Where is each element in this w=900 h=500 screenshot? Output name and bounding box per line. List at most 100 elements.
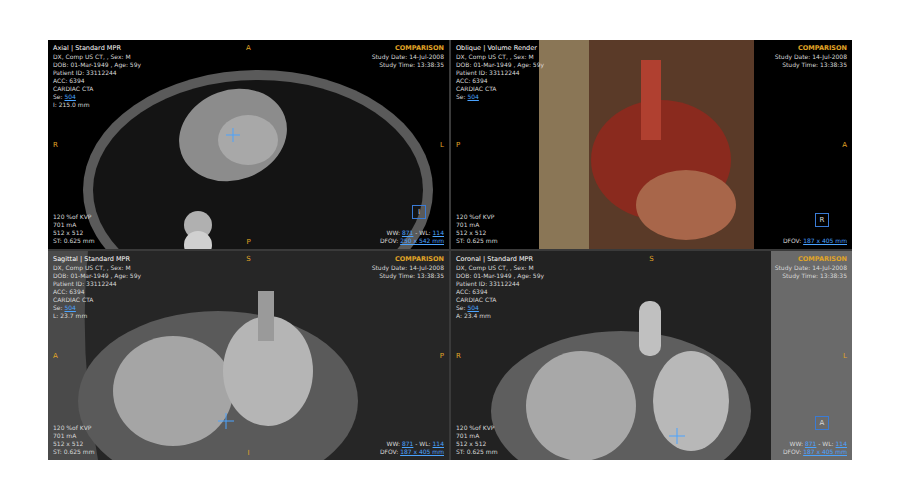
display-text: DFOV:	[783, 448, 803, 455]
info-text: DOB: 01-Mar-1949 , Age: 59y	[456, 61, 544, 68]
info-line: ACC: 6394	[53, 77, 141, 85]
info-line: CARDIAC CTA	[53, 85, 141, 93]
display-link[interactable]: 871	[402, 229, 413, 236]
patient-info: Coronal | Standard MPRDX, Comp US CT, , …	[456, 255, 544, 320]
info-text: Patient ID: 33112244	[456, 280, 520, 287]
patient-info: Sagittal | Standard MPRDX, Comp US CT, ,…	[53, 255, 141, 320]
display-line: WW: 871 - WL: 114	[386, 229, 444, 237]
study-line: Study Time: 13:38:35	[775, 61, 847, 69]
acquisition-line: 701 mA	[456, 221, 498, 229]
acquisition-line: ST: 0.625 mm	[53, 448, 95, 456]
display-link[interactable]: 114	[836, 440, 847, 447]
info-text: ACC: 6394	[53, 77, 85, 84]
acquisition-line: 120 %of KVP	[456, 424, 498, 432]
info-link[interactable]: 504	[64, 304, 75, 311]
study-line: Study Date: 14-Jul-2008	[372, 53, 444, 61]
display-info: AWW: 871 - WL: 114DFOV: 187 x 405 mm	[783, 416, 847, 456]
info-text: DX, Comp US CT, , Sex: M	[53, 264, 131, 271]
display-text: DFOV:	[380, 448, 400, 455]
comparison-label: COMPARISON	[372, 44, 444, 53]
display-link[interactable]: 187 x 405 mm	[400, 448, 444, 455]
info-line: ACC: 6394	[456, 77, 544, 85]
display-text: WW:	[386, 229, 401, 236]
info-line: DOB: 01-Mar-1949 , Age: 59y	[456, 61, 544, 69]
display-text: - WL:	[816, 440, 835, 447]
viewport[interactable]: Axial | Standard MPRDX, Comp US CT, , Se…	[48, 40, 449, 249]
viewport-title: Oblique | Volume Render	[456, 44, 544, 53]
study-line: Study Time: 13:38:35	[372, 61, 444, 69]
study-line: Study Time: 13:38:35	[775, 272, 847, 280]
orientation-marker: I	[247, 449, 249, 457]
orientation-marker: S	[649, 255, 653, 263]
info-line: CARDIAC CTA	[53, 296, 141, 304]
display-link[interactable]: 250 x 542 mm	[400, 237, 444, 244]
viewport[interactable]: Coronal | Standard MPRDX, Comp US CT, , …	[451, 251, 852, 460]
display-link[interactable]: 871	[805, 440, 816, 447]
viewport[interactable]: Oblique | Volume RenderDX, Comp US CT, ,…	[451, 40, 852, 249]
info-link[interactable]: 504	[467, 93, 478, 100]
view-orientation-button[interactable]: R	[815, 213, 829, 227]
info-text: I: 215.0 mm	[53, 101, 89, 108]
info-text: DX, Comp US CT, , Sex: M	[456, 53, 534, 60]
study-info: COMPARISONStudy Date: 14-Jul-2008Study T…	[372, 255, 444, 280]
info-line: I: 215.0 mm	[53, 101, 141, 109]
display-text: DFOV:	[783, 237, 803, 244]
orientation-marker: R	[456, 352, 461, 360]
info-link[interactable]: 504	[64, 93, 75, 100]
study-line: Study Time: 13:38:35	[372, 272, 444, 280]
orientation-marker: A	[842, 141, 847, 149]
viewport-title: Axial | Standard MPR	[53, 44, 141, 53]
display-text: WW:	[789, 440, 804, 447]
acquisition-line: ST: 0.625 mm	[53, 237, 95, 245]
info-line: Se: 504	[456, 304, 544, 312]
view-orientation-button[interactable]: A	[815, 416, 829, 430]
acquisition-line: 701 mA	[53, 221, 95, 229]
display-info: I WW: 871 - WL: 114DFOV: 250 x 542 mm	[380, 205, 444, 245]
info-text: DX, Comp US CT, , Sex: M	[53, 53, 131, 60]
acquisition-line: 120 %of KVP	[456, 213, 498, 221]
display-link[interactable]: 187 x 405 mm	[803, 448, 847, 455]
orientation-marker: A	[246, 44, 251, 52]
info-line: Se: 504	[53, 93, 141, 101]
info-text: ACC: 6394	[53, 288, 85, 295]
acquisition-line: ST: 0.625 mm	[456, 237, 498, 245]
acquisition-line: 120 %of KVP	[53, 213, 95, 221]
orientation-marker: P	[456, 141, 460, 149]
orientation-marker: L	[440, 141, 444, 149]
info-line: ACC: 6394	[53, 288, 141, 296]
display-link[interactable]: 187 x 405 mm	[803, 237, 847, 244]
display-link[interactable]: 114	[433, 229, 444, 236]
display-link[interactable]: 114	[433, 440, 444, 447]
orientation-marker: P	[440, 352, 444, 360]
info-link[interactable]: 504	[467, 304, 478, 311]
display-info: R DFOV: 187 x 405 mm	[783, 213, 847, 245]
info-text: DOB: 01-Mar-1949 , Age: 59y	[456, 272, 544, 279]
info-text: Patient ID: 33112244	[53, 69, 117, 76]
display-line: DFOV: 250 x 542 mm	[380, 237, 444, 245]
acquisition-line: 701 mA	[456, 432, 498, 440]
info-text: Se:	[456, 304, 467, 311]
orientation-marker: S	[246, 255, 250, 263]
viewport[interactable]: Sagittal | Standard MPRDX, Comp US CT, ,…	[48, 251, 449, 460]
patient-info: Oblique | Volume RenderDX, Comp US CT, ,…	[456, 44, 544, 101]
viewer-grid: Axial | Standard MPRDX, Comp US CT, , Se…	[48, 40, 852, 460]
acquisition-info: 120 %of KVP701 mA512 x 512ST: 0.625 mm	[53, 424, 95, 456]
info-line: DX, Comp US CT, , Sex: M	[53, 264, 141, 272]
info-text: Patient ID: 33112244	[53, 280, 117, 287]
view-orientation-button[interactable]: I	[412, 205, 426, 219]
info-text: DOB: 01-Mar-1949 , Age: 59y	[53, 61, 141, 68]
info-text: DOB: 01-Mar-1949 , Age: 59y	[53, 272, 141, 279]
info-text: Se:	[53, 304, 64, 311]
viewport-title: Coronal | Standard MPR	[456, 255, 544, 264]
info-text: ACC: 6394	[456, 77, 488, 84]
viewport-title: Sagittal | Standard MPR	[53, 255, 141, 264]
info-text: CARDIAC CTA	[456, 85, 496, 92]
acquisition-info: 120 %of KVP701 mA512 x 512ST: 0.625 mm	[53, 213, 95, 245]
display-link[interactable]: 871	[402, 440, 413, 447]
acquisition-line: 512 x 512	[53, 229, 95, 237]
study-info: COMPARISONStudy Date: 14-Jul-2008Study T…	[775, 255, 847, 280]
acquisition-line: ST: 0.625 mm	[456, 448, 498, 456]
info-line: Patient ID: 33112244	[53, 69, 141, 77]
info-text: Patient ID: 33112244	[456, 69, 520, 76]
display-line: WW: 871 - WL: 114	[789, 440, 847, 448]
